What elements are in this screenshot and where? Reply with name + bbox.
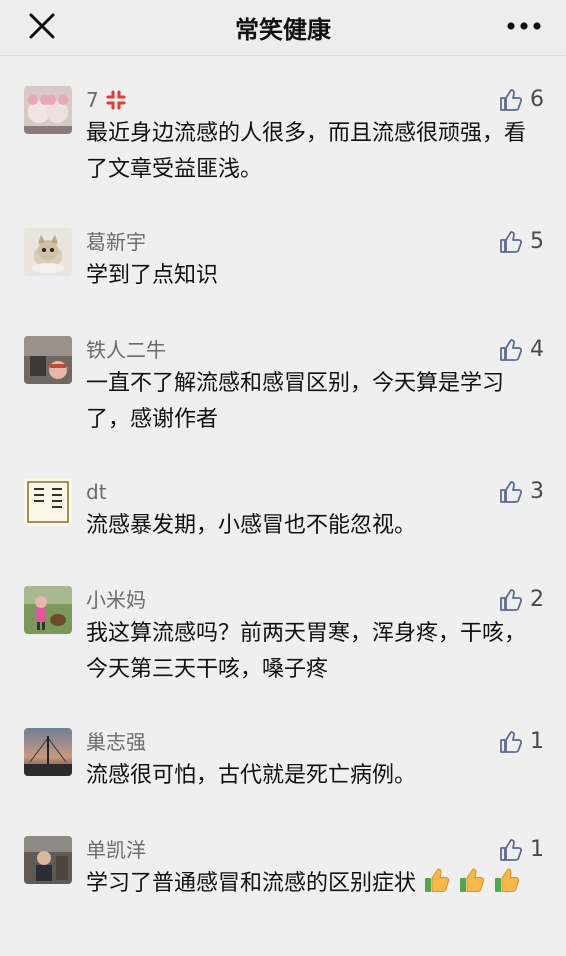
like-button[interactable]: 2 <box>498 586 544 614</box>
thumbs-up-icon <box>500 89 523 111</box>
more-icon[interactable] <box>506 16 542 36</box>
comment-author: 小米妈 <box>86 588 146 612</box>
thumbs-up-emoji-icon <box>495 868 520 892</box>
thumbs-up-emoji-icon <box>460 868 485 892</box>
like-count: 2 <box>530 587 544 612</box>
thumbs-up-icon <box>500 339 523 361</box>
avatar[interactable] <box>24 836 72 884</box>
like-button[interactable]: 6 <box>498 86 544 114</box>
comment-author: 7 <box>86 86 127 114</box>
avatar[interactable] <box>24 586 72 634</box>
avatar[interactable] <box>24 86 72 134</box>
like-count: 4 <box>530 337 544 362</box>
like-button[interactable]: 1 <box>498 728 544 756</box>
like-count: 5 <box>530 229 544 254</box>
like-count: 3 <box>530 479 544 504</box>
avatar[interactable] <box>24 728 72 776</box>
thumbs-up-icon <box>500 731 523 753</box>
comment-text: 学到了点知识 <box>86 263 219 288</box>
like-count: 1 <box>530 729 544 754</box>
like-button[interactable]: 1 <box>498 836 544 864</box>
page-title: 常笑健康 <box>235 16 331 44</box>
comment-author: 巢志强 <box>86 730 146 754</box>
comment-author: 铁人二牛 <box>86 338 166 362</box>
thumbs-up-icon <box>500 589 523 611</box>
comment-author: 葛新宇 <box>86 230 146 254</box>
top-bar: 常笑健康 <box>0 0 566 56</box>
comment-text: 流感暴发期，小感冒也不能忽视。 <box>86 513 417 538</box>
avatar[interactable] <box>24 228 72 276</box>
thumbs-up-icon <box>500 231 523 253</box>
comment-author: dt <box>86 480 107 504</box>
avatar[interactable] <box>24 478 72 526</box>
comment-text: 流感很可怕，古代就是死亡病例。 <box>86 763 417 788</box>
comment-text: 最近身边流感的人很多，而且流感很顽强，看了文章受益匪浅。 <box>86 121 527 182</box>
thumbs-up-emoji-icon <box>425 868 450 892</box>
avatar[interactable] <box>24 336 72 384</box>
like-button[interactable]: 3 <box>498 478 544 506</box>
thumbs-up-icon <box>500 481 523 503</box>
like-button[interactable]: 5 <box>498 228 544 256</box>
like-button[interactable]: 4 <box>498 336 544 364</box>
thumbs-up-icon <box>500 839 523 861</box>
anger-emoji-icon <box>106 90 126 110</box>
comment-text: 我这算流感吗？前两天胃寒，浑身疼，干咳，今天第三天干咳，嗓子疼 <box>86 621 527 682</box>
like-count: 1 <box>530 837 544 862</box>
comment-text: 学习了普通感冒和流感的区别症状 <box>86 866 536 902</box>
like-count: 6 <box>530 87 544 112</box>
comment-author: 单凯洋 <box>86 838 146 862</box>
comment-text: 一直不了解流感和感冒区别，今天算是学习了，感谢作者 <box>86 371 505 432</box>
